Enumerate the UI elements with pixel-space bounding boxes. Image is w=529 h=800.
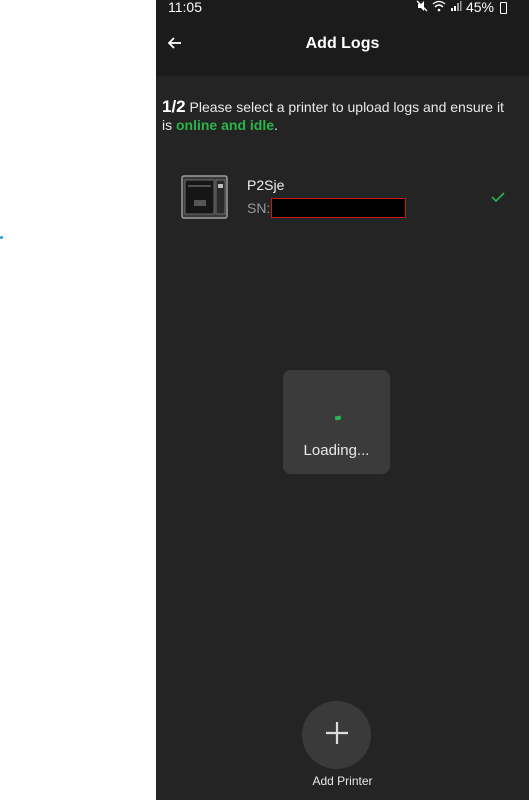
left-blank-area: [0, 0, 156, 800]
step-indicator: 1/2: [162, 97, 186, 116]
status-time: 11:05: [168, 0, 202, 15]
signal-icon: [450, 0, 462, 15]
loading-dialog: Loading...: [283, 370, 390, 474]
printer-serial: SN:: [247, 198, 407, 218]
dot-marker: [0, 236, 3, 239]
serial-redacted: [271, 198, 407, 218]
status-bar: 11:05 45%: [156, 0, 529, 15]
page-title: Add Logs: [305, 35, 380, 52]
phone-screen: 11:05 45% Add Logs 1/2 Please select a p…: [156, 0, 529, 800]
app-bar: Add Logs: [156, 14, 529, 76]
add-printer-label: Add Printer: [312, 774, 373, 788]
printer-image: [180, 174, 229, 220]
instructions-highlight: online and idle: [176, 117, 275, 133]
loading-text: Loading...: [303, 442, 370, 459]
add-printer-button[interactable]: [302, 701, 371, 769]
instructions-text: 1/2 Please select a printer to upload lo…: [162, 98, 512, 134]
battery-percent: 45%: [465, 0, 494, 15]
printer-name: P2Sje: [247, 177, 285, 193]
serial-label: SN:: [247, 200, 271, 216]
printer-list-item[interactable]: P2Sje SN:: [156, 166, 529, 228]
spinner-icon: [334, 415, 342, 421]
check-icon: [489, 188, 507, 206]
mute-icon: [416, 0, 428, 15]
status-icons: 45%: [416, 0, 507, 15]
battery-icon: [500, 2, 507, 14]
wifi-icon: [432, 0, 446, 15]
plus-icon: [324, 720, 350, 751]
instructions-end: .: [274, 117, 278, 133]
